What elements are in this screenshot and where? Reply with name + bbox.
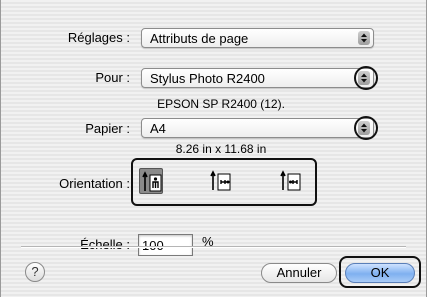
help-button[interactable]: ? — [25, 262, 45, 282]
paper-popup[interactable]: A4 — [141, 118, 374, 138]
scale-input[interactable] — [139, 235, 190, 254]
settings-popup-value: Attributs de page — [150, 31, 249, 46]
separator — [21, 246, 406, 248]
orientation-portrait-button[interactable] — [139, 168, 163, 194]
orientation-landscape-right-button[interactable] — [279, 168, 303, 194]
highlight-circle-marker — [354, 66, 378, 90]
printer-description: EPSON SP R2400 (12). — [157, 97, 285, 111]
settings-label: Réglages : — [67, 30, 130, 45]
format-for-popup-value: Stylus Photo R2400 — [150, 71, 265, 86]
highlight-circle-marker — [354, 116, 378, 140]
format-for-popup[interactable]: Stylus Photo R2400 — [141, 68, 374, 88]
settings-popup[interactable]: Attributs de page — [141, 28, 374, 48]
orientation-landscape-left-button[interactable] — [209, 168, 233, 194]
paper-label: Papier : — [85, 121, 130, 136]
paper-popup-value: A4 — [150, 121, 166, 136]
page-setup-dialog: Réglages : Attributs de page Pour : Styl… — [0, 0, 427, 297]
popup-arrows-icon — [358, 31, 370, 45]
orientation-label: Orientation : — [59, 176, 130, 191]
ok-highlight-box — [339, 256, 421, 288]
scale-label: Échelle : — [80, 237, 130, 252]
paper-dimensions: 8.26 in x 11.68 in — [175, 142, 267, 156]
cancel-button[interactable]: Annuler — [261, 263, 337, 283]
format-for-label: Pour : — [95, 70, 130, 85]
scale-input-frame — [138, 234, 193, 256]
